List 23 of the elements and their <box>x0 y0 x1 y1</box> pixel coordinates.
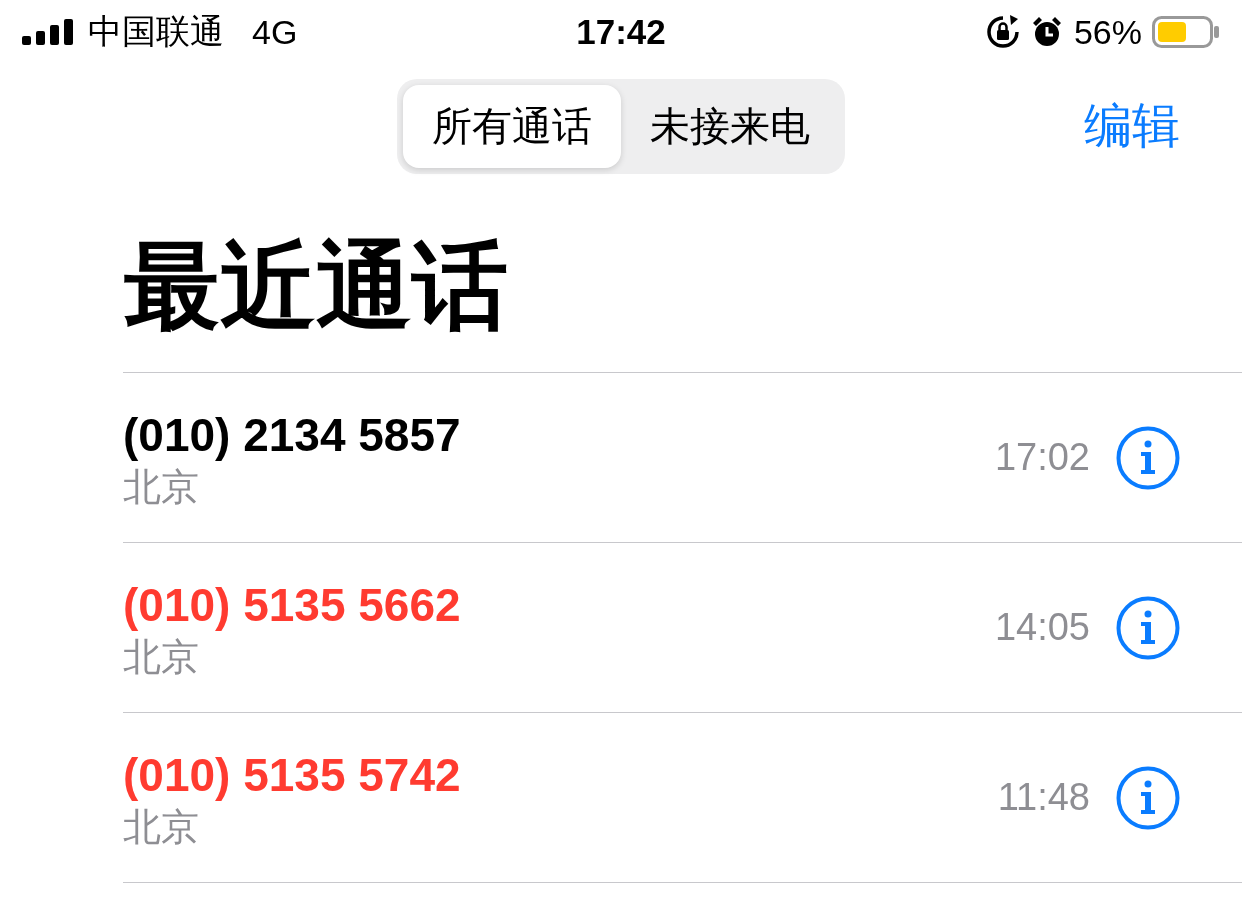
call-location: 北京 <box>123 634 199 680</box>
call-time: 11:48 <box>997 776 1090 819</box>
segment-tab[interactable]: 所有通话 <box>403 84 621 168</box>
info-icon[interactable] <box>1116 425 1180 490</box>
info-icon[interactable] <box>1116 595 1180 660</box>
battery-percent: 56% <box>1073 12 1142 52</box>
edit-button[interactable]: 编辑 <box>1084 94 1180 158</box>
page-title: 最近通话 <box>123 231 509 341</box>
call-location: 北京 <box>123 804 199 850</box>
network-type: 4G <box>252 12 298 52</box>
segment-tab[interactable]: 未接来电 <box>621 84 839 168</box>
rotation-lock-icon <box>985 15 1020 49</box>
call-time: 14:05 <box>994 606 1090 649</box>
call-time: 17:02 <box>994 436 1090 479</box>
carrier-name: 中国联通 <box>88 11 224 52</box>
phone-number: (010) 2134 5857 <box>123 407 461 463</box>
call-location: 北京 <box>123 464 199 510</box>
signal-icon <box>22 19 74 45</box>
battery-icon <box>1152 16 1220 48</box>
clock: 17:42 <box>576 12 666 52</box>
info-icon[interactable] <box>1116 765 1180 830</box>
phone-number: (010) 5135 5662 <box>123 577 461 633</box>
phone-number: (010) 5135 5742 <box>123 747 461 803</box>
